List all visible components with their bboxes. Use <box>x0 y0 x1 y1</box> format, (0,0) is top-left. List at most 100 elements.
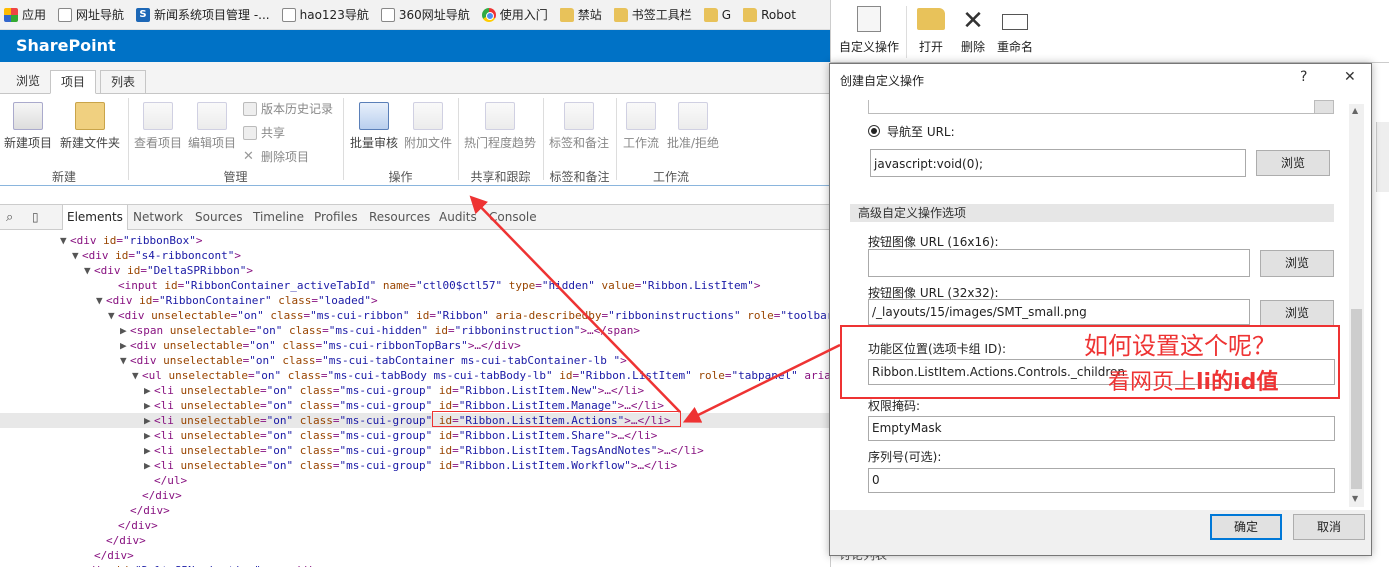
image32-input[interactable]: /_layouts/15/images/SMT_small.png <box>868 299 1250 325</box>
dom-node-line[interactable]: ▼ <div id="RibbonContainer" class="loaded… <box>0 293 830 308</box>
scroll-down-icon[interactable]: ▼ <box>1352 494 1358 503</box>
dom-node-text: </div> <box>94 549 134 562</box>
bookmark-6[interactable]: 禁站 <box>559 6 602 23</box>
version-history-button[interactable]: 版本历史记录 <box>243 100 333 117</box>
attach-file-button[interactable]: 附加文件 <box>402 102 454 151</box>
page-icon <box>281 7 296 22</box>
dom-node-line[interactable]: </ul> <box>0 473 830 488</box>
collapsed-triangle-icon[interactable]: ▶ <box>72 563 79 567</box>
expanded-triangle-icon[interactable]: ▼ <box>96 293 103 308</box>
dom-node-line[interactable]: </div> <box>0 488 830 503</box>
close-icon[interactable]: ✕ <box>1344 69 1356 85</box>
expanded-triangle-icon[interactable]: ▼ <box>84 263 91 278</box>
dom-node-line[interactable]: </div> <box>0 503 830 518</box>
tab-profiles[interactable]: Profiles <box>314 210 358 224</box>
tab-sources[interactable]: Sources <box>195 210 242 224</box>
tab-resources[interactable]: Resources <box>369 210 430 224</box>
browse-button-url[interactable]: 浏览 <box>1256 150 1330 176</box>
bookmark-9[interactable]: Robot <box>743 7 796 22</box>
tab-items[interactable]: 项目 <box>50 70 97 94</box>
expanded-triangle-icon[interactable]: ▼ <box>72 248 79 263</box>
bookmark-0[interactable]: 应用 <box>4 6 46 23</box>
expanded-triangle-icon[interactable]: ▼ <box>60 233 67 248</box>
dom-node-line[interactable]: ▶ <li unselectable="on" class="ms-cui-gro… <box>0 443 830 458</box>
rights-mask-input[interactable]: EmptyMask <box>868 416 1335 441</box>
tab-audits[interactable]: Audits <box>439 210 477 224</box>
share-button[interactable]: 共享 <box>243 124 285 141</box>
expanded-triangle-icon[interactable]: ▼ <box>132 368 139 383</box>
tab-console[interactable]: Console <box>489 210 537 224</box>
custom-action-button[interactable]: 自定义操作 <box>837 6 901 55</box>
dom-node-line[interactable]: </div> <box>0 518 830 533</box>
image16-input[interactable] <box>868 249 1250 277</box>
browse-button-16[interactable]: 浏览 <box>1260 250 1334 277</box>
help-icon[interactable]: ? <box>1300 69 1307 85</box>
bookmark-3[interactable]: hao123导航 <box>281 6 369 23</box>
expanded-triangle-icon[interactable]: ▼ <box>108 308 115 323</box>
edit-item-button[interactable]: 编辑项目 <box>186 102 238 151</box>
collapsed-triangle-icon[interactable]: ▶ <box>120 323 127 338</box>
scrollbar-thumb[interactable] <box>1351 309 1362 489</box>
expanded-triangle-icon[interactable]: ▼ <box>120 353 127 368</box>
tab-elements[interactable]: Elements <box>62 205 128 230</box>
open-button[interactable]: 打开 <box>913 6 949 55</box>
dom-node-line[interactable]: ▶ <li unselectable="on" class="ms-cui-gro… <box>0 428 830 443</box>
dom-node-line[interactable]: ▶ <li unselectable="on" class="ms-cui-gro… <box>0 458 830 473</box>
tab-list[interactable]: 列表 <box>100 70 147 94</box>
workflow-button[interactable]: 工作流 <box>620 102 662 151</box>
dom-node-line[interactable]: ▶ <span unselectable="on" class="ms-cui-h… <box>0 323 830 338</box>
navigate-url-radio[interactable] <box>868 125 880 137</box>
tab-timeline[interactable]: Timeline <box>253 210 304 224</box>
tab-network[interactable]: Network <box>133 210 183 224</box>
dialog-scrollbar[interactable]: ▲ ▼ <box>1349 104 1364 507</box>
ok-button[interactable]: 确定 <box>1210 514 1282 540</box>
approve-reject-button[interactable]: 批准/拒绝 <box>664 102 722 151</box>
device-mode-icon[interactable]: ▯ <box>32 210 39 224</box>
dom-node-line[interactable]: ▶ <li unselectable="on" class="ms-cui-gro… <box>0 383 830 398</box>
dom-node-line[interactable]: </div> <box>0 533 830 548</box>
bookmark-1[interactable]: 网址导航 <box>58 6 124 23</box>
tags-notes-button[interactable]: 标签和备注 <box>546 102 612 151</box>
dom-node-line[interactable]: ▼ <div unselectable="on" class="ms-cui-ri… <box>0 308 830 323</box>
tab-browse[interactable]: 浏览 <box>6 70 50 94</box>
cancel-button[interactable]: 取消 <box>1293 514 1365 540</box>
dom-node-line[interactable]: ▼ <div id="ribbonBox"> <box>0 233 830 248</box>
collapsed-triangle-icon[interactable]: ▶ <box>144 383 151 398</box>
navigate-url-input[interactable]: javascript:void(0); <box>870 149 1246 177</box>
dom-node-line[interactable]: <input id="RibbonContainer_activeTabId" … <box>0 278 830 293</box>
dom-node-line[interactable]: ▼ <div id="s4-ribboncont"> <box>0 248 830 263</box>
bookmark-8[interactable]: G <box>703 7 731 22</box>
collapsed-triangle-icon[interactable]: ▶ <box>144 458 151 473</box>
inspect-search-icon[interactable]: ⌕ <box>6 210 13 225</box>
bookmark-7[interactable]: 书签工具栏 <box>613 6 692 23</box>
collapsed-triangle-icon[interactable]: ▶ <box>120 338 127 353</box>
bookmark-2[interactable]: S 新闻系统项目管理 -... <box>136 6 270 23</box>
dom-node-line[interactable]: ▼ <div unselectable="on" class="ms-cui-ta… <box>0 353 830 368</box>
bookmark-4[interactable]: 360网址导航 <box>380 6 470 23</box>
sequence-input[interactable]: 0 <box>868 468 1335 493</box>
new-item-button[interactable]: 新建项目 <box>2 102 54 151</box>
dom-node-line[interactable]: ▶ <li unselectable="on" class="ms-cui-gro… <box>0 398 830 413</box>
new-folder-button[interactable]: 新建文件夹 <box>58 102 122 151</box>
dom-node-line[interactable]: ▼ <div id="DeltaSPRibbon"> <box>0 263 830 278</box>
bulk-approve-button[interactable]: 批量审核 <box>348 102 400 151</box>
collapsed-triangle-icon[interactable]: ▶ <box>144 413 151 428</box>
collapsed-triangle-icon[interactable]: ▶ <box>144 398 151 413</box>
dom-node-line[interactable]: ▼ <ul unselectable="on" class="ms-cui-tab… <box>0 368 830 383</box>
popularity-trend-button[interactable]: 热门程度趋势 <box>462 102 538 151</box>
version-history-icon <box>243 101 257 116</box>
dom-node-line[interactable]: ▶ <li unselectable="on" class="ms-cui-gro… <box>0 413 830 428</box>
delete-item-button[interactable]: ✕ 删除项目 <box>243 148 309 165</box>
view-item-button[interactable]: 查看项目 <box>132 102 184 151</box>
collapsed-triangle-icon[interactable]: ▶ <box>144 443 151 458</box>
delete-button[interactable]: ✕ 删除 <box>955 6 991 55</box>
dom-node-line[interactable]: ▶<div id="DeltaSPNavigation"> … </div> <box>0 563 830 567</box>
scroll-up-icon[interactable]: ▲ <box>1352 106 1358 115</box>
bookmark-5[interactable]: 使用入门 <box>481 6 548 23</box>
dom-node-line[interactable]: </div> <box>0 548 830 563</box>
rename-button[interactable]: 重命名 <box>995 6 1035 55</box>
dom-node-line[interactable]: ▶ <div unselectable="on" class="ms-cui-ri… <box>0 338 830 353</box>
collapsed-triangle-icon[interactable]: ▶ <box>144 428 151 443</box>
browse-button-32[interactable]: 浏览 <box>1260 300 1334 327</box>
app-title[interactable]: SharePoint <box>16 36 116 55</box>
